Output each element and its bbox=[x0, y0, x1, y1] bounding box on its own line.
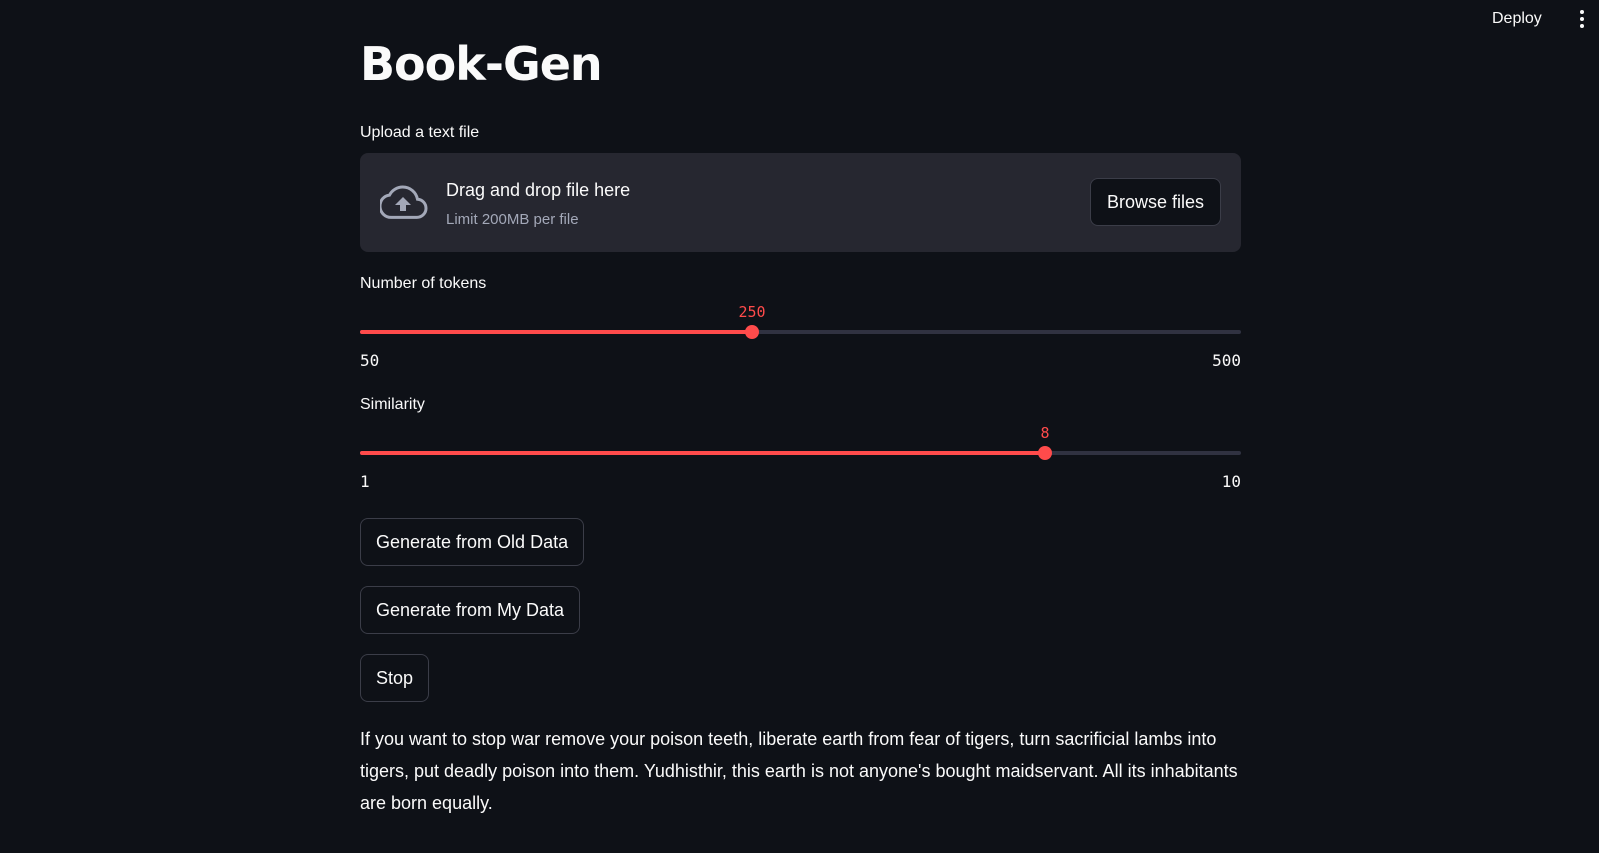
dropzone-instructions: Drag and drop file here bbox=[446, 180, 631, 200]
slider-max-label: 10 bbox=[1221, 472, 1241, 491]
browse-files-button[interactable]: Browse files bbox=[1089, 178, 1221, 226]
menu-dot bbox=[1580, 17, 1584, 21]
similarity-slider[interactable]: 8 1 10 bbox=[360, 411, 1241, 491]
more-options-icon[interactable] bbox=[1574, 6, 1590, 32]
slider-value: 8 bbox=[1040, 424, 1050, 442]
generate-my-data-button[interactable]: Generate from My Data bbox=[360, 586, 581, 634]
top-toolbar: Deploy bbox=[0, 0, 1599, 38]
stop-button[interactable]: Stop bbox=[360, 654, 430, 702]
slider-min-label: 50 bbox=[360, 351, 380, 370]
slider-thumb[interactable] bbox=[745, 325, 759, 339]
generate-old-data-button[interactable]: Generate from Old Data bbox=[360, 518, 585, 566]
menu-dot bbox=[1580, 10, 1584, 14]
menu-dot bbox=[1580, 24, 1584, 28]
generated-text: If you want to stop war remove your pois… bbox=[360, 729, 1238, 813]
slider-fill bbox=[360, 330, 752, 334]
slider-thumb[interactable] bbox=[1038, 446, 1052, 460]
page-title: Book-Gen bbox=[360, 37, 603, 91]
file-dropzone[interactable]: Drag and drop file here Limit 200MB per … bbox=[360, 153, 1241, 252]
dropzone-limit: Limit 200MB per file bbox=[446, 211, 579, 228]
slider-value: 250 bbox=[738, 303, 766, 321]
tokens-slider[interactable]: 250 50 500 bbox=[360, 290, 1241, 370]
cloud-upload-icon bbox=[380, 185, 428, 219]
slider-max-label: 500 bbox=[1212, 351, 1241, 370]
slider-fill bbox=[360, 451, 1045, 455]
deploy-button[interactable]: Deploy bbox=[1484, 6, 1550, 32]
uploader-label: Upload a text file bbox=[360, 124, 480, 141]
slider-min-label: 1 bbox=[360, 472, 370, 491]
